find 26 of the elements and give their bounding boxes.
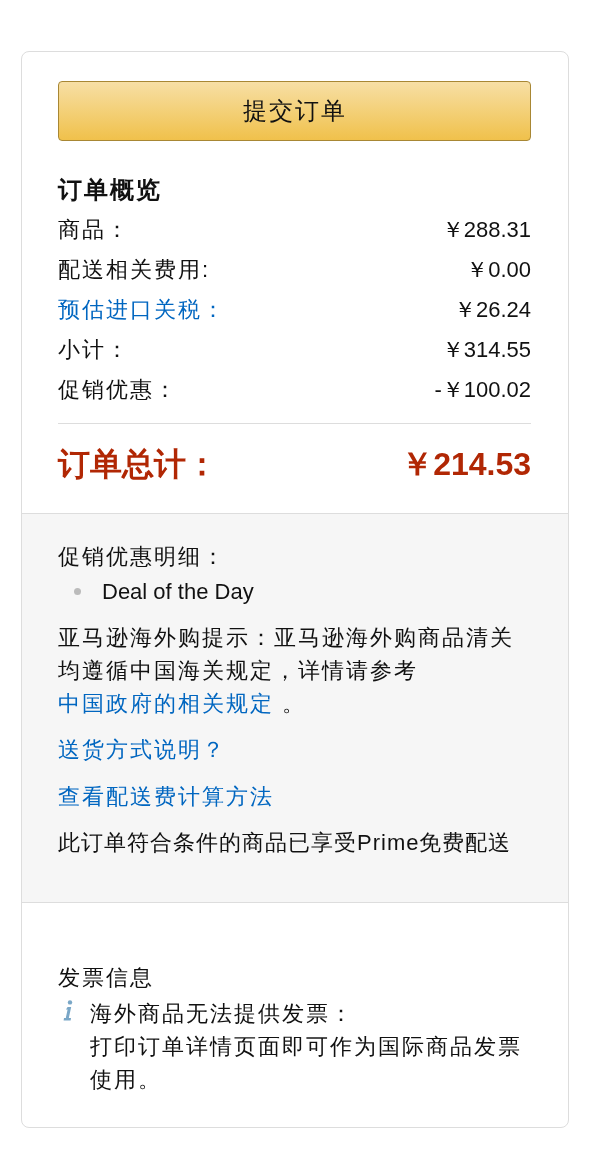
invoice-title: 发票信息: [58, 965, 154, 990]
prime-shipping-note: 此订单符合条件的商品已享受Prime免费配送: [58, 830, 512, 855]
regulations-link[interactable]: 中国政府的相关规定: [58, 691, 274, 716]
info-icon: [63, 1000, 73, 1021]
shipping-info-link[interactable]: 送货方式说明？: [58, 737, 226, 762]
invoice-notice-title: 海外商品无法提供发票：: [90, 1001, 354, 1026]
row-amount: ￥26.24: [453, 296, 531, 324]
customs-notice: 亚马逊海外购提示：亚马逊海外购商品清关均遵循中国海关规定，详情请参考 中国政府的相关规定 。: [58, 624, 515, 718]
shipping-info-link[interactable]: 查看配送费计算方法: [58, 784, 274, 809]
order-total-label: 订单总计：: [58, 445, 218, 484]
import-tax-link[interactable]: 预估进口关税：: [58, 290, 226, 330]
promotion-item: Deal of the Day: [102, 578, 254, 606]
row-label: 配送相关费用:: [58, 256, 211, 284]
invoice-notice-text: 打印订单详情页面即可作为国际商品发票使用。: [90, 1033, 523, 1094]
order-summary-title: 订单概览: [58, 175, 163, 205]
row-label: 促销优惠：: [58, 376, 178, 404]
row-amount: ￥0.00: [466, 256, 531, 284]
row-amount: -￥100.02: [434, 376, 531, 404]
row-amount: ￥314.55: [441, 336, 531, 364]
row-amount: ￥288.31: [441, 216, 531, 244]
row-label: 小计：: [58, 336, 130, 364]
order-total-amount: ￥214.53: [401, 445, 531, 484]
bullet-icon: [74, 588, 81, 595]
promotions-title: 促销优惠明细：: [58, 544, 226, 569]
row-label: 商品：: [58, 216, 130, 244]
submit-order-button[interactable]: 提交订单: [58, 81, 531, 141]
